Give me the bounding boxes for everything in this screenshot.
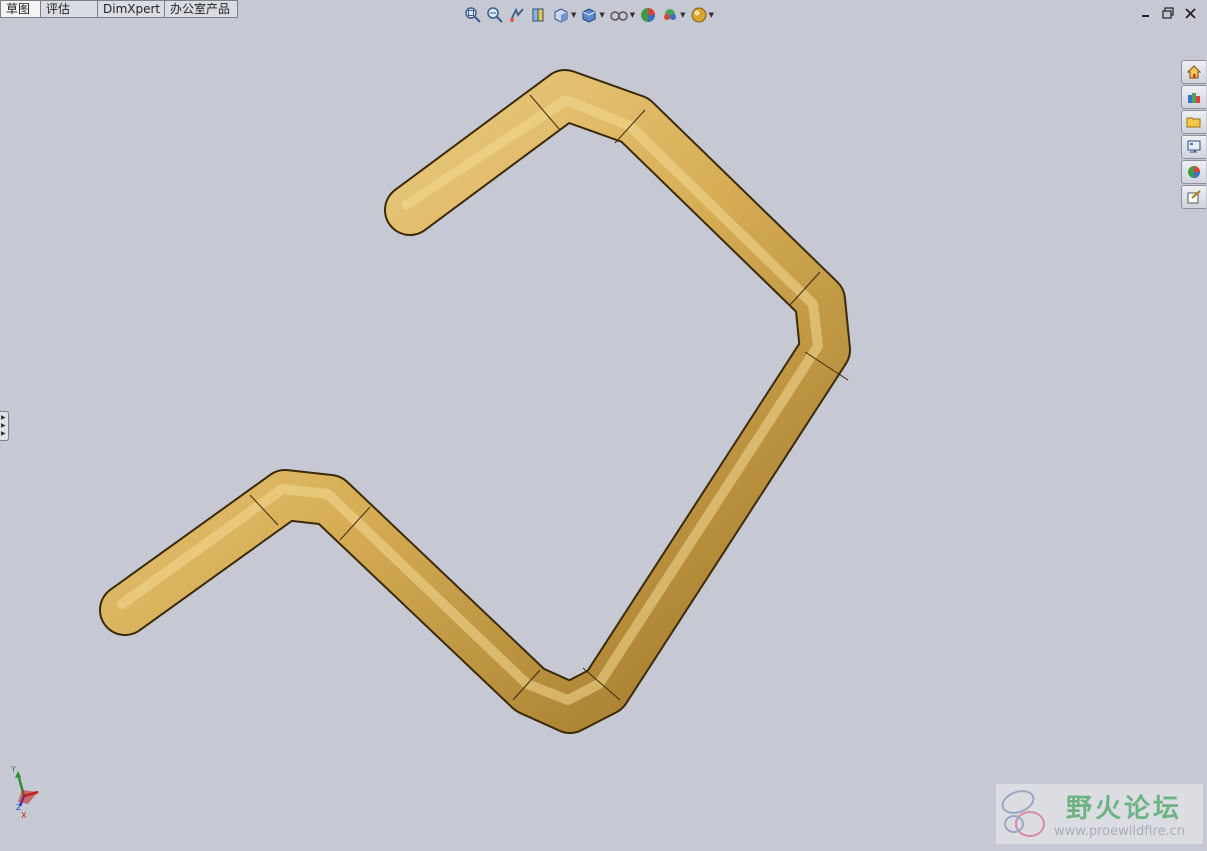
section-view-button[interactable] — [530, 6, 548, 24]
tab-evaluate[interactable]: 评估 — [41, 0, 98, 18]
edit-appearance-button[interactable] — [639, 6, 657, 24]
task-pane-file-explorer-tab[interactable] — [1181, 110, 1206, 134]
previous-view-button[interactable] — [508, 6, 526, 24]
task-pane-custom-properties-tab[interactable] — [1181, 185, 1206, 209]
apply-scene-button[interactable]: ▼ — [661, 6, 686, 24]
minimize-button[interactable] — [1139, 6, 1153, 20]
graphics-area[interactable]: 草图 评估 DimXpert 办公室产品 ▼ ▼ ▼ ▼ ▼ ▶ ▶ ▶ Y Z… — [0, 0, 1207, 851]
triad-y-label: Y — [10, 765, 16, 774]
reference-triad: Y Z X — [10, 765, 39, 820]
close-icon — [1184, 7, 1196, 19]
zoom-to-fit-button[interactable] — [464, 6, 482, 24]
task-pane-appearances-tab[interactable] — [1181, 160, 1206, 184]
appearances-icon — [1188, 166, 1200, 178]
triad-x-label: X — [21, 811, 27, 820]
zoom-to-area-icon — [487, 7, 503, 23]
command-manager-tabs: 草图 评估 DimXpert 办公室产品 — [0, 0, 238, 19]
chevron-down-icon: ▼ — [571, 11, 577, 19]
chevron-right-icon: ▶ — [1, 414, 6, 421]
hide-show-items-icon — [610, 11, 628, 21]
chevron-down-icon: ▼ — [708, 11, 714, 19]
zoom-to-fit-icon — [465, 7, 481, 23]
restore-button[interactable] — [1161, 6, 1175, 20]
display-style-button[interactable]: ▼ — [580, 6, 605, 24]
task-pane-tabs — [1181, 60, 1207, 210]
chevron-right-icon: ▶ — [1, 430, 6, 437]
hide-show-items-button[interactable]: ▼ — [609, 6, 635, 24]
view-orientation-icon — [554, 8, 568, 23]
view-palette-icon — [1187, 140, 1201, 153]
edit-appearance-icon — [641, 8, 656, 22]
tab-sketch[interactable]: 草图 — [0, 0, 41, 18]
chevron-down-icon: ▼ — [629, 11, 636, 19]
view-settings-icon — [691, 7, 707, 23]
design-library-icon — [1188, 93, 1200, 103]
chevron-down-icon: ▼ — [680, 11, 686, 19]
file-explorer-icon — [1186, 117, 1201, 128]
watermark-title: 野火论坛 — [1066, 794, 1183, 824]
tab-office-products[interactable]: 办公室产品 — [165, 0, 238, 18]
tab-dimxpert[interactable]: DimXpert — [98, 0, 165, 18]
zoom-to-area-button[interactable] — [486, 6, 504, 24]
apply-scene-icon — [664, 9, 677, 20]
task-pane-view-palette-tab[interactable] — [1181, 135, 1206, 159]
bent-tube-model[interactable] — [0, 0, 1207, 851]
section-view-icon — [532, 8, 544, 22]
butterfly-logo-icon — [1001, 790, 1045, 837]
custom-properties-icon — [1187, 190, 1201, 204]
task-pane-home-tab[interactable] — [1181, 60, 1206, 84]
chevron-down-icon: ▼ — [599, 11, 605, 19]
view-settings-button[interactable]: ▼ — [690, 6, 714, 24]
close-button[interactable] — [1183, 6, 1197, 20]
task-pane-design-library-tab[interactable] — [1181, 85, 1206, 109]
heads-up-view-toolbar: ▼ ▼ ▼ ▼ ▼ — [464, 5, 714, 25]
restore-icon — [1162, 7, 1174, 19]
window-controls — [1139, 6, 1197, 20]
home-icon — [1186, 65, 1202, 79]
forum-watermark: 野火论坛 www.proewildfire.cn — [996, 784, 1203, 844]
display-style-icon — [582, 8, 596, 23]
previous-view-icon — [510, 7, 524, 22]
feature-manager-expand-handle[interactable]: ▶ ▶ ▶ — [0, 411, 9, 441]
minimize-icon — [1142, 15, 1149, 17]
chevron-right-icon: ▶ — [1, 422, 6, 429]
watermark-url: www.proewildfire.cn — [1054, 824, 1185, 839]
view-orientation-button[interactable]: ▼ — [552, 6, 576, 24]
